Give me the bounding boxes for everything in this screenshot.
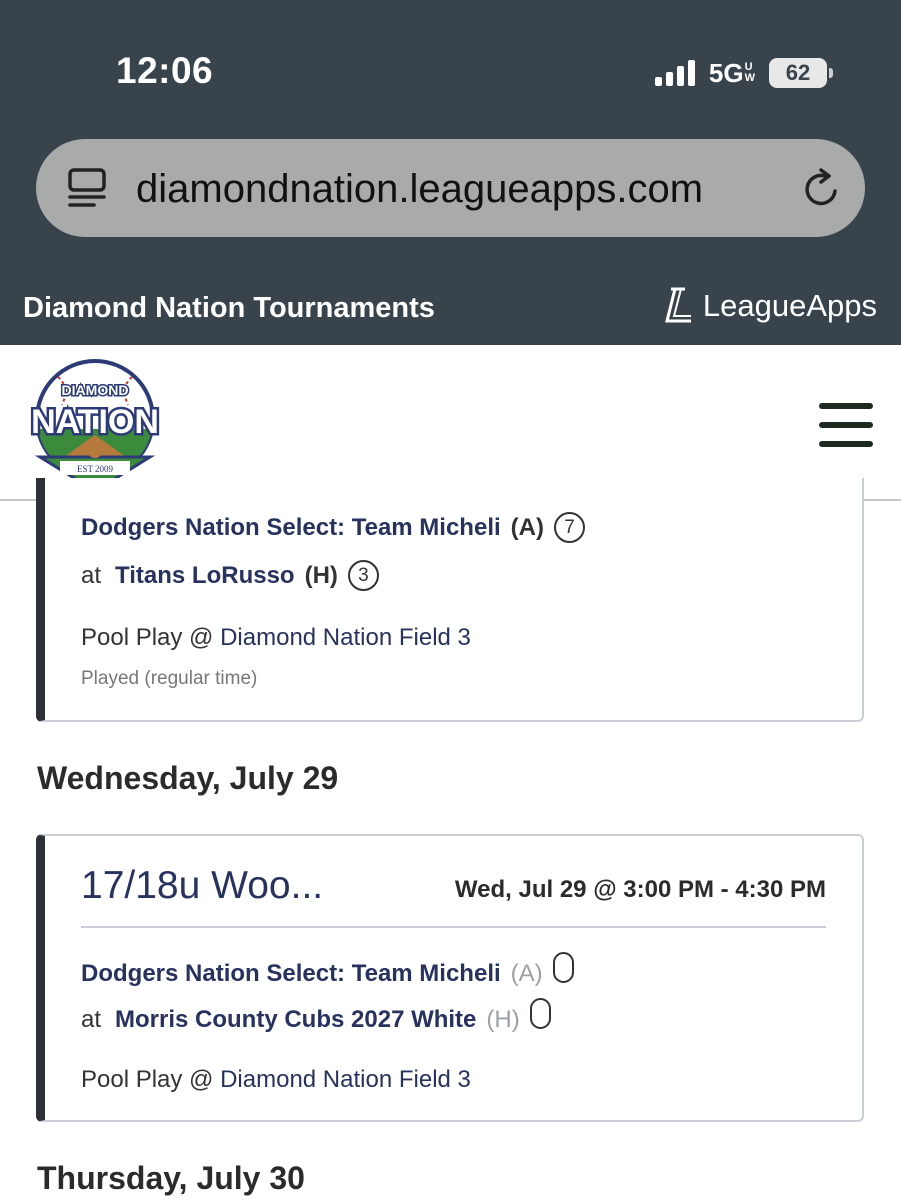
page-menu-icon[interactable]: [66, 166, 110, 210]
home-team-link[interactable]: Morris County Cubs 2027 White: [115, 1006, 476, 1034]
venue-link[interactable]: Diamond Nation Field 3: [220, 624, 471, 651]
home-score: 3: [347, 560, 379, 591]
game-status: Played (regular time): [81, 668, 258, 689]
game-title[interactable]: 17/18u Woo...: [81, 864, 323, 908]
network-badge: U W: [744, 61, 755, 84]
url-text[interactable]: diamondnation.leagueapps.com: [136, 167, 703, 212]
day-heading: Thursday, July 30: [37, 1160, 305, 1196]
venue-line: Pool Play @ Diamond Nation Field 3: [81, 1066, 471, 1094]
at-label: at: [81, 561, 102, 589]
network-indicator: 5G U W: [708, 57, 755, 88]
svg-text:EST 2009: EST 2009: [77, 464, 114, 474]
battery-icon: 62: [769, 58, 833, 88]
away-score-placeholder: [552, 952, 574, 983]
home-side: (H): [304, 561, 338, 589]
site-title: Diamond Nation Tournaments: [23, 292, 435, 324]
battery-level: 62: [785, 60, 811, 85]
game-card[interactable]: 17/18u Woo... Wed, Jul 29 @ 3:00 PM - 4:…: [36, 834, 864, 1122]
day-heading: Wednesday, July 29: [37, 760, 339, 796]
leagueapps-label: LeagueApps: [702, 288, 877, 323]
away-side: (A): [510, 959, 543, 987]
game-time: Wed, Jul 29 @ 3:00 PM - 4:30 PM: [454, 876, 826, 903]
away-side: (A): [510, 513, 544, 541]
svg-text:DIAMOND: DIAMOND: [62, 382, 129, 398]
away-team-line: Dodgers Nation Select: Team Micheli (A) …: [81, 512, 585, 543]
browser-chrome: 12:06 5G U W 62 diamondnation.leagueapps…: [0, 0, 901, 345]
leagueapps-logo-icon: [664, 287, 691, 323]
reload-icon[interactable]: [799, 167, 843, 211]
away-team-link[interactable]: Dodgers Nation Select: Team Micheli: [81, 514, 501, 542]
home-team-link[interactable]: Titans LoRusso: [115, 562, 295, 590]
venue-prefix: Pool Play @: [81, 624, 214, 651]
signal-icon: [654, 60, 695, 86]
venue-link[interactable]: Diamond Nation Field 3: [220, 1066, 471, 1093]
home-team-line: at Morris County Cubs 2027 White (H): [81, 998, 551, 1035]
status-time: 12:06: [116, 50, 214, 91]
away-team-link[interactable]: Dodgers Nation Select: Team Micheli: [81, 960, 501, 988]
at-label: at: [81, 1005, 102, 1033]
status-icons: 5G U W 62: [654, 56, 833, 90]
address-bar[interactable]: diamondnation.leagueapps.com: [36, 139, 865, 237]
venue-line: Pool Play @ Diamond Nation Field 3: [81, 624, 471, 652]
home-score-placeholder: [529, 998, 551, 1029]
away-team-line: Dodgers Nation Select: Team Micheli (A): [81, 952, 574, 989]
card-divider: [81, 926, 826, 928]
svg-text:NATION: NATION: [31, 403, 159, 441]
game-card[interactable]: Dodgers Nation Select: Team Micheli (A) …: [36, 478, 864, 722]
away-score: 7: [553, 512, 585, 543]
leagueapps-brand[interactable]: LeagueApps: [661, 287, 877, 325]
home-team-line: at Titans LoRusso (H) 3: [81, 560, 379, 591]
home-side: (H): [486, 1005, 520, 1033]
diamond-nation-logo[interactable]: EST 2009 DIAMOND NATION: [20, 357, 170, 492]
venue-prefix: Pool Play @: [81, 1066, 214, 1093]
hamburger-menu-icon[interactable]: [819, 403, 873, 447]
